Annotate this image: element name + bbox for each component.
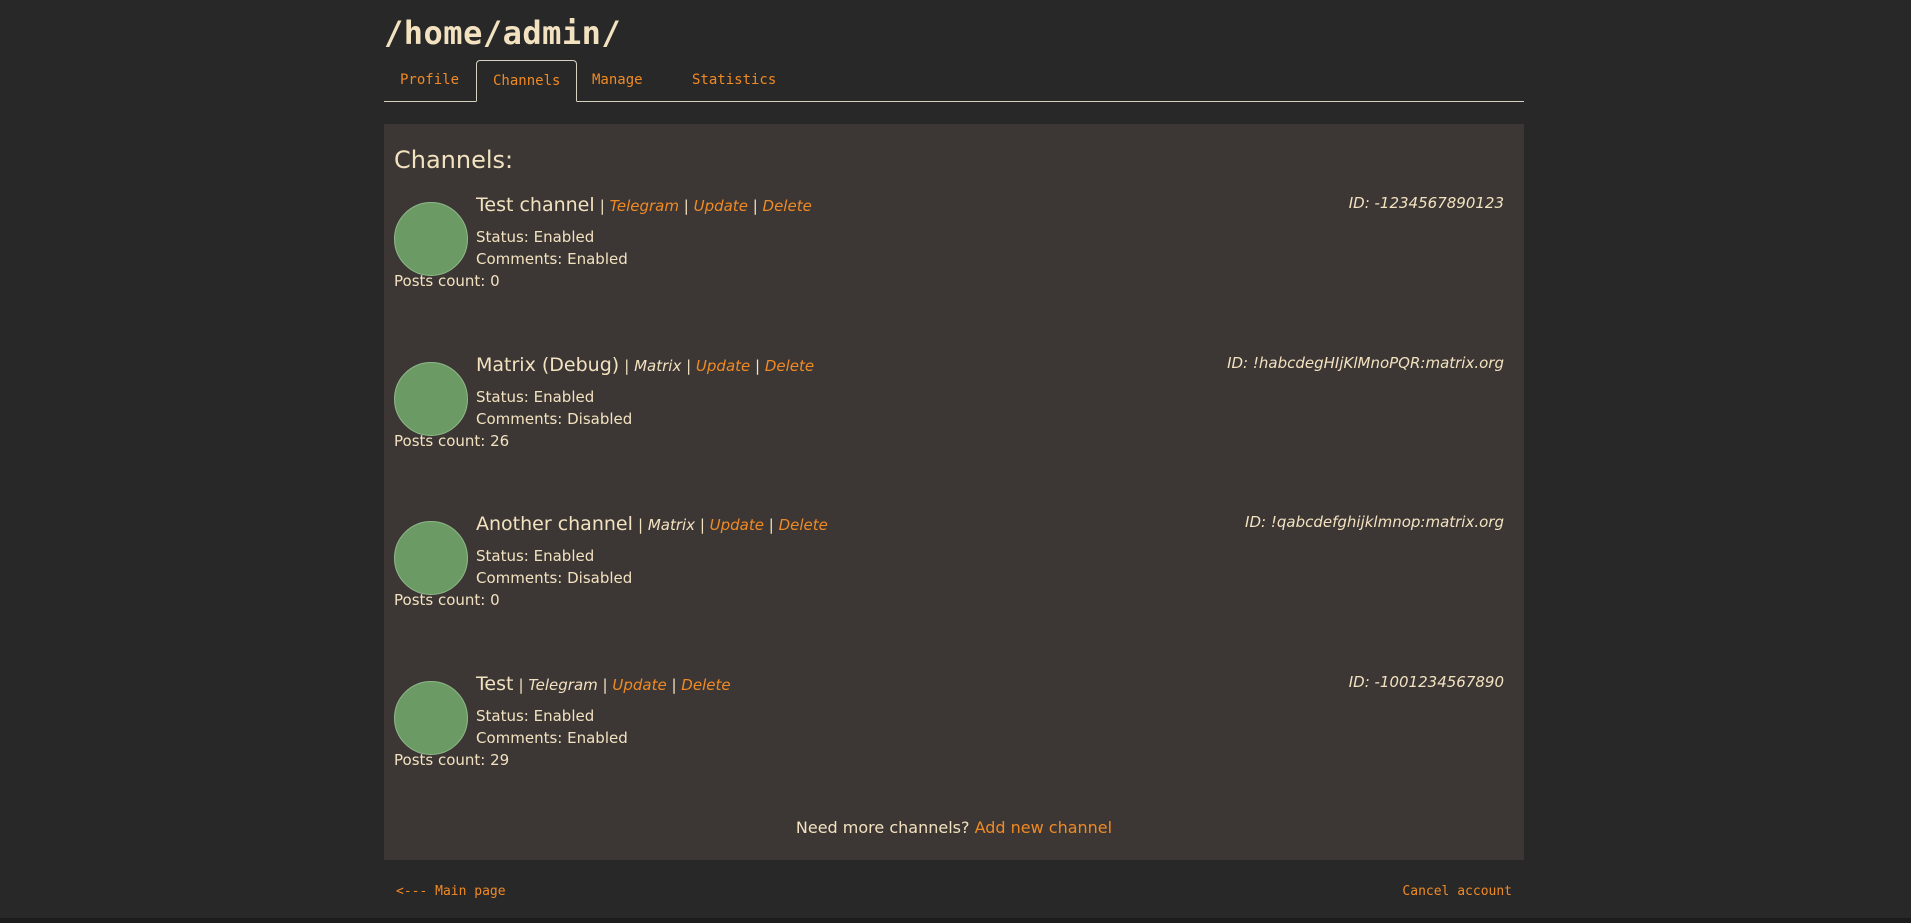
channel-posts-count: Posts count: 26 xyxy=(394,432,510,450)
channel-meta: | Telegram | Update | Delete xyxy=(518,676,731,694)
add-channel-link[interactable]: Add new channel xyxy=(975,818,1113,837)
channel-meta: | Matrix | Update | Delete xyxy=(624,357,815,375)
channel-comments: Comments: Disabled xyxy=(476,569,633,587)
channel-item: Another channel | Matrix | Update | Dele… xyxy=(394,513,1504,623)
channel-platform-link[interactable]: Telegram xyxy=(610,197,679,215)
channel-header: Test channel | Telegram | Update | Delet… xyxy=(476,194,812,216)
channel-status: Status: Enabled xyxy=(476,707,595,725)
panel-title: Channels: xyxy=(394,146,514,174)
channel-header: Test | Telegram | Update | Delete xyxy=(476,673,731,695)
channel-posts-count: Posts count: 29 xyxy=(394,751,510,769)
channel-name: Matrix (Debug) xyxy=(476,354,620,376)
channel-avatar xyxy=(394,681,468,755)
add-channel-prompt: Need more channels? Add new channel xyxy=(384,818,1524,837)
channel-item: Matrix (Debug) | Matrix | Update | Delet… xyxy=(394,354,1504,464)
channel-status: Status: Enabled xyxy=(476,228,595,246)
channel-avatar xyxy=(394,521,468,595)
channel-item: Test channel | Telegram | Update | Delet… xyxy=(394,194,1504,304)
tab-statistics[interactable]: Statistics xyxy=(676,60,792,100)
channel-avatar xyxy=(394,202,468,276)
update-link[interactable]: Update xyxy=(612,676,666,694)
channel-platform: Matrix xyxy=(647,516,696,534)
channel-status: Status: Enabled xyxy=(476,388,595,406)
tab-manage[interactable]: Manage xyxy=(576,60,659,100)
update-link[interactable]: Update xyxy=(694,197,748,215)
channel-avatar xyxy=(394,362,468,436)
cancel-account-link[interactable]: Cancel account xyxy=(1402,884,1512,899)
delete-link[interactable]: Delete xyxy=(763,197,812,215)
tab-profile[interactable]: Profile xyxy=(384,60,475,100)
channel-status: Status: Enabled xyxy=(476,547,595,565)
tab-channels[interactable]: Channels xyxy=(476,60,578,102)
channel-platform: Telegram xyxy=(528,676,598,694)
channel-name: Test channel xyxy=(476,194,595,216)
delete-link[interactable]: Delete xyxy=(681,676,730,694)
channel-comments: Comments: Disabled xyxy=(476,410,633,428)
update-link[interactable]: Update xyxy=(710,516,764,534)
channel-header: Another channel | Matrix | Update | Dele… xyxy=(476,513,828,535)
channel-id: ID: -1234567890123 xyxy=(1348,194,1504,212)
channel-id: ID: -1001234567890 xyxy=(1348,673,1504,691)
channels-panel: Channels: Test channel | Telegram | Upda… xyxy=(384,124,1524,860)
channel-id: ID: !habcdegHIjKlMnoPQR:matrix.org xyxy=(1227,354,1504,372)
channel-meta: | Telegram | Update | Delete xyxy=(599,197,812,215)
tab-bar: Profile Channels Manage Statistics xyxy=(384,60,1524,102)
delete-link[interactable]: Delete xyxy=(779,516,828,534)
page-title: /home/admin/ xyxy=(384,14,622,52)
channel-name: Test xyxy=(476,673,514,695)
bottom-bar xyxy=(0,918,1911,923)
channel-comments: Comments: Enabled xyxy=(476,250,628,268)
channel-posts-count: Posts count: 0 xyxy=(394,591,500,609)
update-link[interactable]: Update xyxy=(696,357,750,375)
channel-id: ID: !qabcdefghijklmnop:matrix.org xyxy=(1245,513,1504,531)
delete-link[interactable]: Delete xyxy=(765,357,814,375)
channel-name: Another channel xyxy=(476,513,633,535)
channel-comments: Comments: Enabled xyxy=(476,729,628,747)
channel-posts-count: Posts count: 0 xyxy=(394,272,500,290)
channel-meta: | Matrix | Update | Delete xyxy=(637,516,828,534)
more-channels-text: Need more channels? xyxy=(795,818,970,837)
channel-platform: Matrix xyxy=(634,357,682,375)
channel-header: Matrix (Debug) | Matrix | Update | Delet… xyxy=(476,354,814,376)
channel-item: Test | Telegram | Update | Delete ID: -1… xyxy=(394,673,1504,783)
main-page-link[interactable]: <--- Main page xyxy=(396,884,506,899)
